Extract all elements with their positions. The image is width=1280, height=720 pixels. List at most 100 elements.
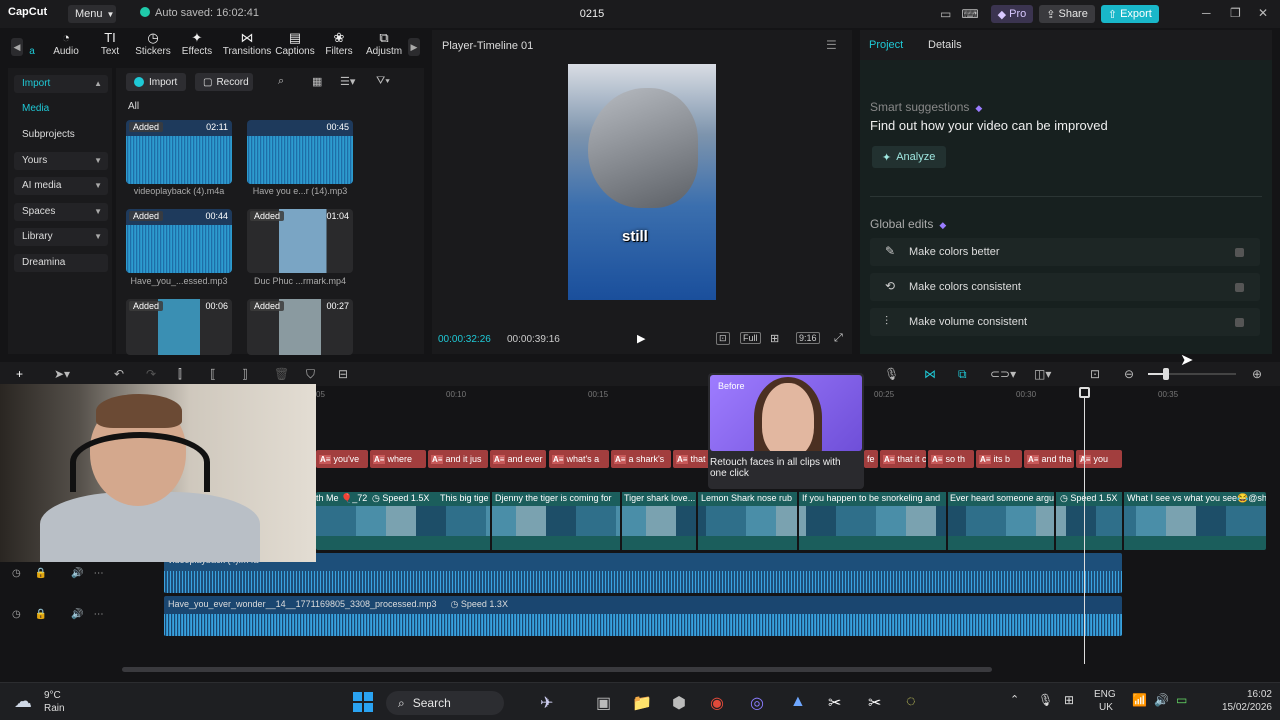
undo-icon[interactable]: ↶	[114, 367, 124, 381]
video-preview[interactable]: still	[568, 64, 716, 300]
sidebar-item-spaces[interactable]: Spaces ▼	[14, 203, 108, 221]
microphone-icon[interactable]: 🎙	[1038, 693, 1053, 707]
fullscreen-icon[interactable]: ⤢	[834, 332, 843, 345]
view-grid-icon[interactable]: ▦	[312, 75, 322, 88]
split-icon[interactable]: ⫿	[178, 367, 182, 382]
battery-icon[interactable]: ▭	[1176, 693, 1187, 707]
menu-button[interactable]: Menu ▼	[68, 5, 116, 23]
media-item-video[interactable]: Added 00:06	[126, 299, 232, 355]
sidebar-item-subprojects[interactable]: Subprojects	[14, 126, 108, 144]
sort-icon[interactable]: ☰▾	[340, 75, 355, 88]
maximize-icon[interactable]: ❐	[1230, 6, 1241, 20]
timeline-scrollbar[interactable]	[122, 667, 992, 672]
zoom-slider-handle[interactable]	[1163, 368, 1169, 380]
play-icon[interactable]: ▶	[637, 332, 645, 345]
caption-clip[interactable]: A≡ and tha	[1024, 450, 1074, 468]
file-explorer-icon[interactable]: 📁	[632, 693, 652, 713]
tool-audio[interactable]: ◔ Audio	[43, 30, 89, 57]
tab-project[interactable]: Project	[869, 39, 903, 51]
minimize-icon[interactable]: ─	[1202, 6, 1211, 20]
app-icon-cube[interactable]: ⬢	[672, 693, 686, 713]
app-icon-blue[interactable]: ▲	[790, 693, 806, 711]
more-tools-icon[interactable]: ⊟	[338, 367, 348, 381]
app-icon-game[interactable]: ✈	[540, 693, 553, 713]
quality-button[interactable]: Full	[740, 332, 761, 344]
clock-date[interactable]: 15/02/2026	[1206, 702, 1272, 713]
record-button[interactable]: ▢ Record	[195, 73, 253, 91]
tool-media[interactable]: a	[22, 30, 42, 57]
caption-clip[interactable]: A≡ where	[370, 450, 426, 468]
split-right-icon[interactable]: ⟧	[242, 367, 248, 381]
taskbar-search[interactable]: ⌕ Search	[386, 691, 504, 715]
toggle-checkbox[interactable]	[1235, 248, 1244, 257]
discord-icon[interactable]: ◎	[750, 693, 764, 713]
linkage-icon[interactable]: ⊂⊃▾	[990, 367, 1016, 381]
playhead-handle[interactable]	[1079, 387, 1090, 398]
retouch-tooltip[interactable]: Before Retouch faces in all clips with o…	[708, 373, 864, 489]
tool-transitions[interactable]: ⋈ Transitions	[222, 30, 272, 57]
export-button[interactable]: ⇧ Export	[1100, 5, 1159, 23]
toggle-checkbox[interactable]	[1235, 318, 1244, 327]
clock-time[interactable]: 16:02	[1230, 689, 1272, 700]
layout-icon[interactable]: ▭	[940, 7, 951, 21]
volume-icon[interactable]: 🔊	[1154, 693, 1169, 707]
weather-condition[interactable]: Rain	[44, 703, 65, 714]
weather-icon[interactable]: ☁	[14, 691, 32, 712]
link-clips-icon[interactable]: ⧉	[958, 367, 967, 382]
language-indicator[interactable]: ENG	[1094, 689, 1116, 700]
media-item[interactable]: Added 02:11	[126, 120, 232, 184]
select-tool-icon[interactable]: ➤▾	[54, 367, 70, 381]
marker-icon[interactable]: ⛉	[306, 367, 315, 382]
tool-stickers[interactable]: ◷ Stickers	[130, 30, 176, 57]
sidebar-item-import[interactable]: Import ▲	[14, 75, 108, 93]
caption-clip[interactable]: fe	[864, 450, 878, 468]
tab-details[interactable]: Details	[928, 39, 962, 51]
add-track-icon[interactable]: +	[16, 367, 23, 381]
zoom-in-icon[interactable]: ⊕	[1252, 367, 1262, 381]
media-item-video[interactable]: Added 00:27	[247, 299, 353, 355]
sidebar-item-media[interactable]: Media	[14, 100, 108, 118]
more-icon[interactable]: ⋯	[94, 568, 104, 579]
lock-icon[interactable]: 🔒	[35, 609, 47, 620]
delete-icon[interactable]: 🗑	[274, 367, 289, 381]
volume-icon[interactable]: 🔊	[71, 609, 83, 620]
filter-icon[interactable]: ⛛▾	[376, 75, 390, 88]
toggle-checkbox[interactable]	[1235, 283, 1244, 292]
analyze-button[interactable]: ✦ Analyze	[872, 146, 946, 168]
redo-icon[interactable]: ↷	[146, 367, 156, 381]
tool-filters[interactable]: ❀ Filters	[316, 30, 362, 57]
chrome-icon[interactable]: ◉	[710, 693, 724, 713]
caption-clip[interactable]: A≡ that it c	[880, 450, 926, 468]
windows-start-icon[interactable]	[352, 691, 374, 713]
shortcuts-icon[interactable]: ⌨	[961, 7, 978, 21]
magnet-icon[interactable]: ⋈	[924, 367, 936, 381]
playhead[interactable]	[1084, 388, 1085, 664]
main-video-track[interactable]: th Me 🎈_72 ◷ Speed 1.5X This big tige Dj…	[316, 492, 1266, 550]
audio-track-2[interactable]: Have_you_ever_wonder__14__1771169805_330…	[164, 596, 1122, 636]
tool-captions[interactable]: ▤ Captions	[272, 30, 318, 57]
caption-clip[interactable]: A≡ and ever	[490, 450, 546, 468]
fit-icon[interactable]: ⊡	[1090, 367, 1100, 381]
preview-axis-icon[interactable]: ◫▾	[1034, 367, 1051, 381]
microphone-icon[interactable]: 🎙	[884, 367, 899, 381]
media-item[interactable]: 00:45	[247, 120, 353, 184]
share-button[interactable]: ⇪ Share	[1039, 5, 1095, 23]
tray-icon[interactable]: ⊞	[1064, 693, 1074, 707]
split-left-icon[interactable]: ⟦	[210, 367, 216, 381]
app-icon-task-view[interactable]: ▣	[596, 693, 611, 713]
media-item[interactable]: Added 00:44	[126, 209, 232, 273]
project-title[interactable]: 0215	[560, 8, 624, 20]
scroll-right-button[interactable]: ▶	[408, 38, 420, 56]
edit-row-volume-consistent[interactable]: ⫶ Make volume consistent	[870, 308, 1260, 336]
keyboard-layout[interactable]: UK	[1099, 702, 1113, 713]
caption-clip[interactable]: A≡ a shark's	[611, 450, 671, 468]
media-item-video[interactable]: Added 01:04	[247, 209, 353, 273]
pro-button[interactable]: ◆ Pro	[990, 5, 1034, 23]
caption-clip[interactable]: A≡ and it jus	[428, 450, 488, 468]
tab-all[interactable]: All	[128, 101, 139, 112]
lock-icon[interactable]: 🔒	[35, 568, 47, 579]
capcut-icon[interactable]: ✂	[828, 693, 841, 713]
timer-icon[interactable]: ◷	[12, 568, 21, 579]
menu-icon[interactable]: ☰	[826, 38, 837, 52]
app-icon-obs[interactable]: ◌	[906, 693, 916, 711]
